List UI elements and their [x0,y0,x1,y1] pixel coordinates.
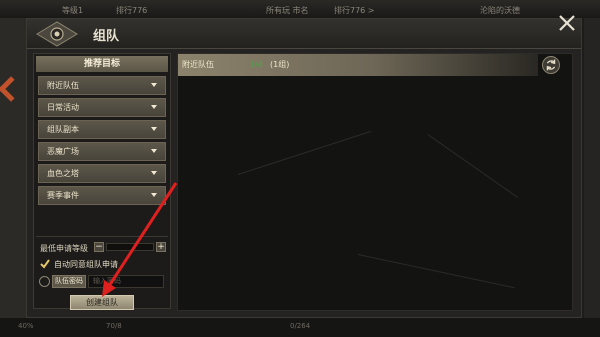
category-label: 血色之塔 [47,169,79,178]
hud-top-mid: 所有玩 市名 [266,6,309,15]
background-scratch [238,130,372,175]
auto-accept-checkbox[interactable] [40,259,50,269]
level-minus-button[interactable]: − [94,242,104,252]
team-member-count: 1/4 [250,60,263,69]
min-level-label: 最低申请等级 [40,244,88,253]
team-row[interactable]: 附近队伍 1/4 (1组) [178,54,538,76]
category-nearby-teams[interactable]: 附近队伍 [38,76,166,95]
category-label: 恶魔广场 [47,147,79,156]
password-tag: 队伍密码 [52,275,86,288]
recommend-header: 推荐目标 [36,56,168,72]
auto-accept-label: 自动同意组队申请 [54,260,118,269]
chevron-down-icon [151,193,157,197]
category-blood-tower[interactable]: 血色之塔 [38,164,166,183]
hud-bottom-left: 40% [18,322,34,330]
category-label: 日常活动 [47,103,79,112]
emblem-icon [36,21,78,47]
hud-right-strip [584,18,600,318]
team-window: 组队 推荐目标 附近队伍 日常活动 组队副本 恶魔广场 血色之塔 赛季事件 最低… [26,15,582,318]
hud-left-strip [0,18,28,318]
hud-bottom-center: 0/264 [290,322,311,330]
hud-rank: 排行776 > [334,6,375,15]
team-list-panel: 附近队伍 1/4 (1组) [177,53,573,311]
team-settings: 最低申请等级 − + 自动同意组队申请 队伍密码 输入密码 创建组队 [36,236,168,310]
window-title: 组队 [93,29,120,44]
background-scratch [427,134,519,198]
background-scratch [357,254,515,289]
chevron-down-icon [151,171,157,175]
chevron-down-icon [151,149,157,153]
hud-location: 沦陷的沃德 [480,6,520,15]
hud-top-number: 排行776 [116,6,148,15]
hud-bottom-mid: 70/8 [106,322,122,330]
hud-top-bar: 等级1 排行776 所有玩 市名 排行776 > 沦陷的沃德 [0,0,600,18]
level-plus-button[interactable]: + [156,242,166,252]
create-team-button[interactable]: 创建组队 [70,295,134,310]
category-daily-activity[interactable]: 日常活动 [38,98,166,117]
category-demon-square[interactable]: 恶魔广场 [38,142,166,161]
category-season-event[interactable]: 赛季事件 [38,186,166,205]
team-name: 附近队伍 [182,60,214,69]
min-level-field[interactable] [106,243,154,251]
password-radio[interactable] [39,276,50,287]
chevron-down-icon [151,105,157,109]
category-label: 组队副本 [47,125,79,134]
category-label: 附近队伍 [47,81,79,90]
chevron-down-icon [151,83,157,87]
window-title-bar: 组队 [27,15,581,49]
refresh-icon[interactable] [542,56,560,74]
password-input[interactable]: 输入密码 [88,275,164,288]
category-panel: 推荐目标 附近队伍 日常活动 组队副本 恶魔广场 血色之塔 赛季事件 最低申请等… [33,53,171,310]
team-group-count: (1组) [270,60,290,69]
back-arrow-icon [0,76,24,102]
hud-bottom-bar: 40% 70/8 0/264 [0,318,600,337]
category-label: 赛季事件 [47,191,79,200]
category-team-dungeon[interactable]: 组队副本 [38,120,166,139]
hud-level: 等级1 [62,6,84,15]
close-icon[interactable] [555,11,579,35]
chevron-down-icon [151,127,157,131]
